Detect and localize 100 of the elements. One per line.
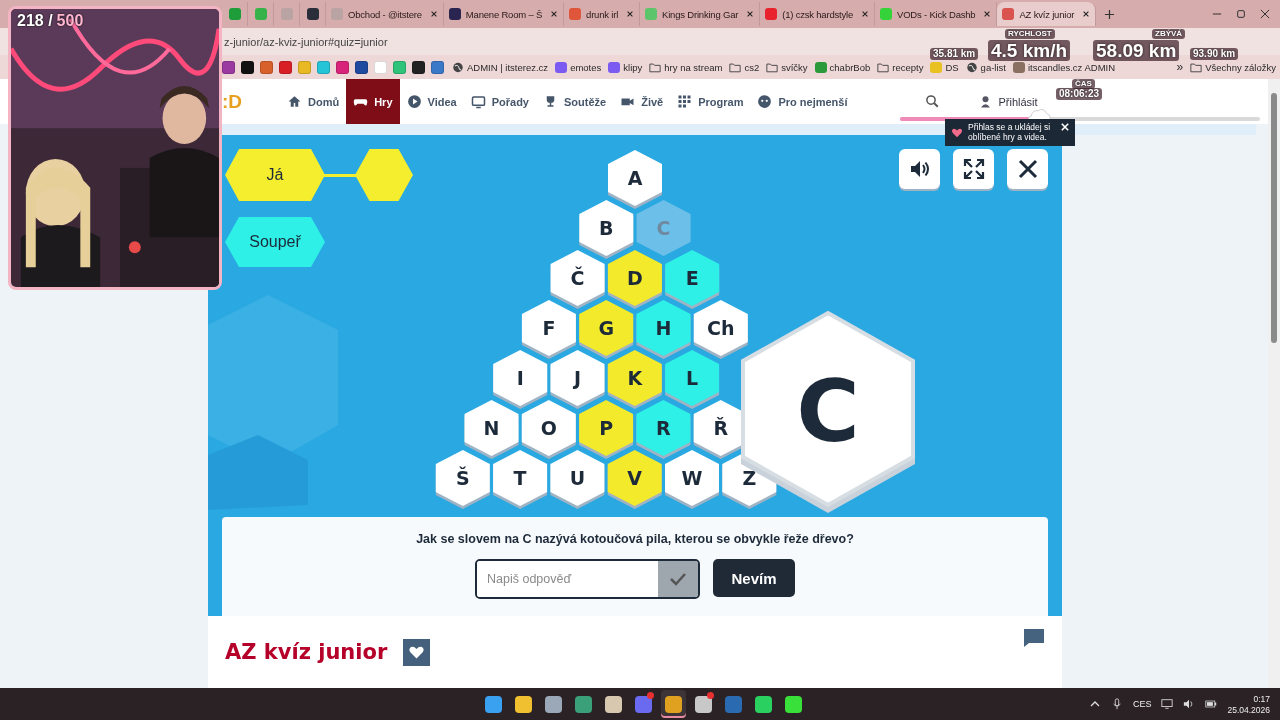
close-icon[interactable] <box>429 10 438 18</box>
letter-hex[interactable]: E <box>665 250 720 309</box>
question-text: Jak se slovem na C nazývá kotoučová pila, kterou se obvykle řeže dřevo? <box>416 532 854 546</box>
letter-hex[interactable]: Ch <box>693 300 748 359</box>
close-icon[interactable] <box>626 10 635 18</box>
close-icon[interactable] <box>1260 9 1270 19</box>
nav-link[interactable]: Videa <box>399 79 464 124</box>
close-icon[interactable] <box>746 10 755 18</box>
bookmark-label: cs2 <box>744 61 760 73</box>
browser-tab[interactable]: Obchod - @itstere <box>326 2 444 26</box>
letter-hex[interactable]: F <box>521 300 576 359</box>
microphone-icon[interactable] <box>1110 698 1123 710</box>
answer-field[interactable]: Napiš odpověď <box>475 559 700 599</box>
close-icon[interactable] <box>983 10 992 18</box>
done-distance: 35.81 km <box>930 48 979 60</box>
monitor-icon[interactable] <box>1161 698 1174 710</box>
bookmark-icon[interactable] <box>355 60 368 74</box>
letter-hex[interactable]: Š <box>435 450 490 509</box>
remaining-distance: 93.90 km <box>1190 48 1239 60</box>
browser-tab[interactable]: drunk irl <box>564 2 641 26</box>
new-tab-icon[interactable] <box>1104 8 1116 20</box>
letter-hex[interactable]: B <box>579 200 634 259</box>
fullscreen-button[interactable] <box>953 149 994 189</box>
nav-link[interactable]: Soutěže <box>535 79 614 124</box>
scrollbar-thumb[interactable] <box>1271 93 1277 343</box>
letter-hex[interactable]: V <box>607 450 662 509</box>
letter-hex[interactable]: T <box>493 450 548 509</box>
login-link[interactable]: Přihlásit <box>977 94 1038 109</box>
bookmark[interactable]: emotes <box>555 61 602 73</box>
taskbar-app-icon[interactable] <box>661 690 686 718</box>
letter-hex[interactable]: O <box>521 400 576 459</box>
bookmark[interactable]: klipy <box>608 61 643 73</box>
browser-tab[interactable]: VODs - Kick Dashb <box>875 2 998 26</box>
bookmark-icon[interactable] <box>412 60 425 74</box>
more-bookmarks-button[interactable]: » <box>1176 60 1184 74</box>
bookmark[interactable]: chabrBob <box>814 61 871 73</box>
letter-hex[interactable]: H <box>636 300 691 359</box>
clock-time: 0:17 <box>1253 693 1270 704</box>
nav-link[interactable]: Pořady <box>463 79 536 124</box>
bookmark-label: DS <box>945 61 959 73</box>
battery-icon[interactable] <box>1205 698 1218 710</box>
bookmark-label: chabrBob <box>829 61 871 73</box>
letter-hex[interactable]: G <box>579 300 634 359</box>
volume-icon[interactable] <box>1183 698 1196 710</box>
close-icon[interactable] <box>550 10 559 18</box>
bookmark[interactable]: hry na stream <box>649 61 723 73</box>
letter-hex[interactable]: W <box>665 450 719 509</box>
letter-hex[interactable]: J <box>550 350 605 409</box>
bookmark-icon[interactable] <box>241 60 254 74</box>
bookmark[interactable]: cs2 <box>729 61 760 73</box>
folder-icon <box>877 61 890 73</box>
skip-button[interactable]: Nevím <box>713 559 795 597</box>
bookmark-label: ADMIN | itsterez.cz <box>467 61 549 73</box>
bookmark[interactable]: recepty <box>877 61 924 73</box>
nav-link[interactable]: Program <box>670 79 751 124</box>
letter-hex[interactable]: L <box>665 350 720 409</box>
bookmark-label: ga-list <box>980 61 1006 73</box>
nav-link[interactable]: Hry <box>346 79 400 124</box>
bookmark[interactable]: Všechny záložky <box>1190 61 1276 73</box>
bookmark-label: recepty <box>892 61 924 73</box>
counter-value: 218 / <box>17 12 53 30</box>
close-icon[interactable] <box>861 10 870 18</box>
submit-button[interactable] <box>658 561 698 597</box>
close-button[interactable] <box>1007 149 1048 189</box>
folder-icon <box>1190 61 1203 73</box>
globe-icon <box>452 61 464 73</box>
sound-button[interactable] <box>899 149 940 189</box>
browser-tab[interactable]: Kings Drinking Gar <box>640 2 761 26</box>
bookmark[interactable]: svíčky <box>766 61 808 73</box>
browser-tab[interactable]: (1) czsk hardstyle <box>760 2 876 26</box>
chat-icon[interactable] <box>1023 628 1045 648</box>
letter-hex[interactable]: A <box>608 150 662 209</box>
language-indicator[interactable]: CES <box>1132 699 1152 709</box>
elapsed-time: 08:06:23 <box>1056 88 1103 100</box>
favorite-button[interactable] <box>403 638 431 666</box>
play-icon <box>406 94 422 109</box>
letter-hex[interactable]: R <box>636 400 691 459</box>
letter-hex[interactable]: D <box>607 250 662 309</box>
address-field[interactable]: z-junior/az-kviz-junior#quiz=junior <box>224 35 388 48</box>
nav-link[interactable]: Pro nejmenší <box>750 79 855 124</box>
search-icon[interactable] <box>924 94 940 109</box>
letter-hex[interactable]: N <box>464 400 519 459</box>
letter-hex[interactable]: P <box>579 400 634 459</box>
letter-hex[interactable]: K <box>607 350 662 409</box>
maximize-icon[interactable] <box>1236 9 1246 19</box>
player-label: Soupeř <box>225 217 325 267</box>
close-icon[interactable] <box>1082 10 1091 18</box>
smiley-icon <box>757 94 773 109</box>
bookmark[interactable]: ga-list <box>965 61 1006 73</box>
letter-hex[interactable]: I <box>493 350 548 409</box>
browser-tab[interactable]: AZ kvíz junior <box>997 2 1097 26</box>
letter-hex[interactable]: U <box>550 450 605 509</box>
bookmark[interactable]: ADMIN | itsterez.cz <box>452 61 549 73</box>
folder-icon <box>729 61 742 73</box>
browser-tab[interactable]: Manene Room – Š <box>443 2 565 26</box>
bookmark[interactable]: DS <box>930 61 959 73</box>
nav-link[interactable]: Živě <box>613 79 671 124</box>
letter-hex[interactable]: Č <box>550 250 605 309</box>
time-label: ČAS <box>1072 79 1095 89</box>
nav-link[interactable]: Domů <box>280 79 347 124</box>
